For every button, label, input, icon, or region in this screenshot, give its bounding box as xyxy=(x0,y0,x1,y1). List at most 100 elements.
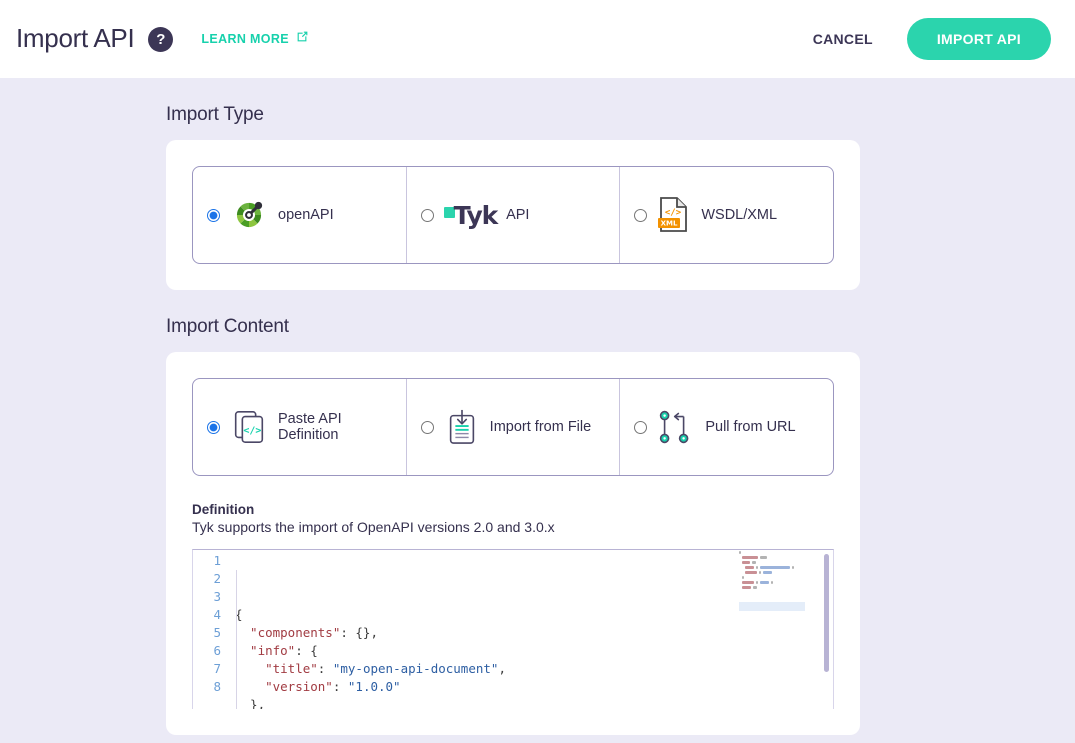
editor-indent-guide xyxy=(236,570,237,709)
minimap-token xyxy=(741,581,754,584)
minimap-token xyxy=(744,571,757,574)
minimap-token xyxy=(741,561,750,564)
minimap-token xyxy=(755,581,758,584)
openapi-logo-icon xyxy=(230,196,268,234)
import-content-radio-paste[interactable] xyxy=(207,420,220,434)
question-mark-icon[interactable]: ? xyxy=(148,26,174,52)
import-type-heading: Import Type xyxy=(166,104,264,125)
import-type-label-wsdl: WSDL/XML xyxy=(701,207,778,223)
import-content-selector-group: </> Paste API Definition Import from Fil… xyxy=(192,378,834,476)
page-title: Import API xyxy=(16,23,135,53)
editor-line-number: 7 xyxy=(213,661,221,676)
minimap-token xyxy=(758,571,761,574)
minimap-token xyxy=(741,556,758,559)
xml-document-icon: </> XML xyxy=(657,196,691,234)
import-type-radio-tyk[interactable] xyxy=(420,208,434,222)
cancel-button[interactable]: CANCEL xyxy=(809,23,877,55)
editor-code-line: "info": { xyxy=(235,642,833,660)
svg-text:</>: </> xyxy=(665,208,682,218)
code-token: : { xyxy=(295,643,318,658)
import-content-radio-url[interactable] xyxy=(634,420,648,434)
editor-line-number: 5 xyxy=(213,625,221,640)
import-type-option-wsdl[interactable]: </> XML WSDL/XML xyxy=(620,167,833,263)
editor-line-number: 3 xyxy=(213,589,221,604)
import-content-label-url: Pull from URL xyxy=(705,419,796,435)
import-type-label-tyk: API xyxy=(506,207,530,223)
code-token: "components" xyxy=(235,625,341,640)
minimap-token xyxy=(756,566,759,569)
minimap-token xyxy=(759,556,767,559)
external-link-icon xyxy=(296,30,309,48)
code-token: : xyxy=(332,679,348,694)
import-content-card: </> Paste API Definition Import from Fil… xyxy=(166,352,860,735)
import-type-card: openAPI Tyk API </> XML WSDL/XML xyxy=(166,140,860,290)
definition-code-editor[interactable]: 12345678 { "components": {}, "info": { "… xyxy=(192,549,834,709)
code-token: : {}, xyxy=(340,625,378,640)
minimap-token xyxy=(791,566,794,569)
tyk-logo-icon: Tyk xyxy=(443,203,498,228)
import-type-label-openapi: openAPI xyxy=(278,207,334,223)
editor-line-number: 8 xyxy=(213,679,221,694)
editor-vertical-scrollbar[interactable] xyxy=(824,554,829,672)
minimap-token xyxy=(741,576,745,579)
file-download-icon xyxy=(444,408,480,446)
learn-more-label: LEARN MORE xyxy=(201,32,289,46)
code-token: }, xyxy=(235,697,266,709)
svg-text:</>: </> xyxy=(243,426,261,437)
editor-line-number: 2 xyxy=(213,571,221,586)
import-content-radio-file[interactable] xyxy=(420,420,434,434)
import-content-option-file[interactable]: Import from File xyxy=(407,379,621,475)
minimap-viewport[interactable] xyxy=(739,602,805,611)
editor-code-line: "version": "1.0.0" xyxy=(235,678,833,696)
import-content-section: Import Content </> Paste API Definition xyxy=(0,316,1075,735)
import-type-selector-group: openAPI Tyk API </> XML WSDL/XML xyxy=(192,166,834,264)
editor-code-line: }, xyxy=(235,696,833,709)
editor-line-number: 4 xyxy=(213,607,221,622)
minimap-token xyxy=(739,551,741,554)
minimap-token xyxy=(762,571,773,574)
minimap-line xyxy=(739,585,805,590)
code-documents-icon: </> xyxy=(230,408,268,446)
code-token: "version" xyxy=(235,679,333,694)
code-token: , xyxy=(498,661,506,676)
import-content-heading: Import Content xyxy=(166,316,289,337)
editor-minimap[interactable] xyxy=(739,550,805,620)
editor-line-number: 6 xyxy=(213,643,221,658)
svg-text:XML: XML xyxy=(661,220,678,228)
app-header: Import API ? LEARN MORE CANCEL IMPORT AP… xyxy=(0,0,1075,78)
import-api-button[interactable]: IMPORT API xyxy=(906,18,1051,60)
header-actions: CANCEL IMPORT API xyxy=(809,18,1051,60)
page-content: Import Type openAPI Tyk API </> XML WSDL… xyxy=(0,78,1075,743)
minimap-token xyxy=(744,566,755,569)
definition-subtitle: Tyk supports the import of OpenAPI versi… xyxy=(192,519,555,535)
editor-code-line: "title": "my-open-api-document", xyxy=(235,660,833,678)
definition-title: Definition xyxy=(192,502,255,517)
import-type-radio-wsdl[interactable] xyxy=(634,208,648,222)
node-graph-icon xyxy=(657,408,695,446)
minimap-token xyxy=(741,586,752,589)
code-token: "my-open-api-document" xyxy=(332,661,499,676)
minimap-token xyxy=(759,581,770,584)
code-token: "title" xyxy=(235,661,318,676)
import-content-label-paste: Paste API Definition xyxy=(278,411,342,443)
code-token: "info" xyxy=(235,643,296,658)
header-left-group: Import API ? LEARN MORE xyxy=(16,25,809,53)
definition-block: Definition Tyk supports the import of Op… xyxy=(192,502,834,709)
minimap-token xyxy=(771,581,774,584)
minimap-token xyxy=(753,586,758,589)
import-type-option-tyk[interactable]: Tyk API xyxy=(407,167,621,263)
code-token: : xyxy=(317,661,333,676)
minimap-token xyxy=(751,561,756,564)
learn-more-link[interactable]: LEARN MORE xyxy=(201,30,309,48)
import-content-option-paste[interactable]: </> Paste API Definition xyxy=(193,379,407,475)
editor-code-line: "components": {}, xyxy=(235,624,833,642)
import-type-option-openapi[interactable]: openAPI xyxy=(193,167,407,263)
import-type-radio-openapi[interactable] xyxy=(207,208,220,222)
import-type-section: Import Type openAPI Tyk API </> XML WSDL… xyxy=(0,104,1075,290)
editor-line-numbers: 1 2 3 4 5 6 7 8 xyxy=(193,550,229,709)
code-token: "1.0.0" xyxy=(347,679,401,694)
editor-line-number: 1 xyxy=(213,553,221,568)
minimap-token xyxy=(760,566,790,569)
import-content-label-file: Import from File xyxy=(489,419,592,435)
import-content-option-url[interactable]: Pull from URL xyxy=(620,379,833,475)
